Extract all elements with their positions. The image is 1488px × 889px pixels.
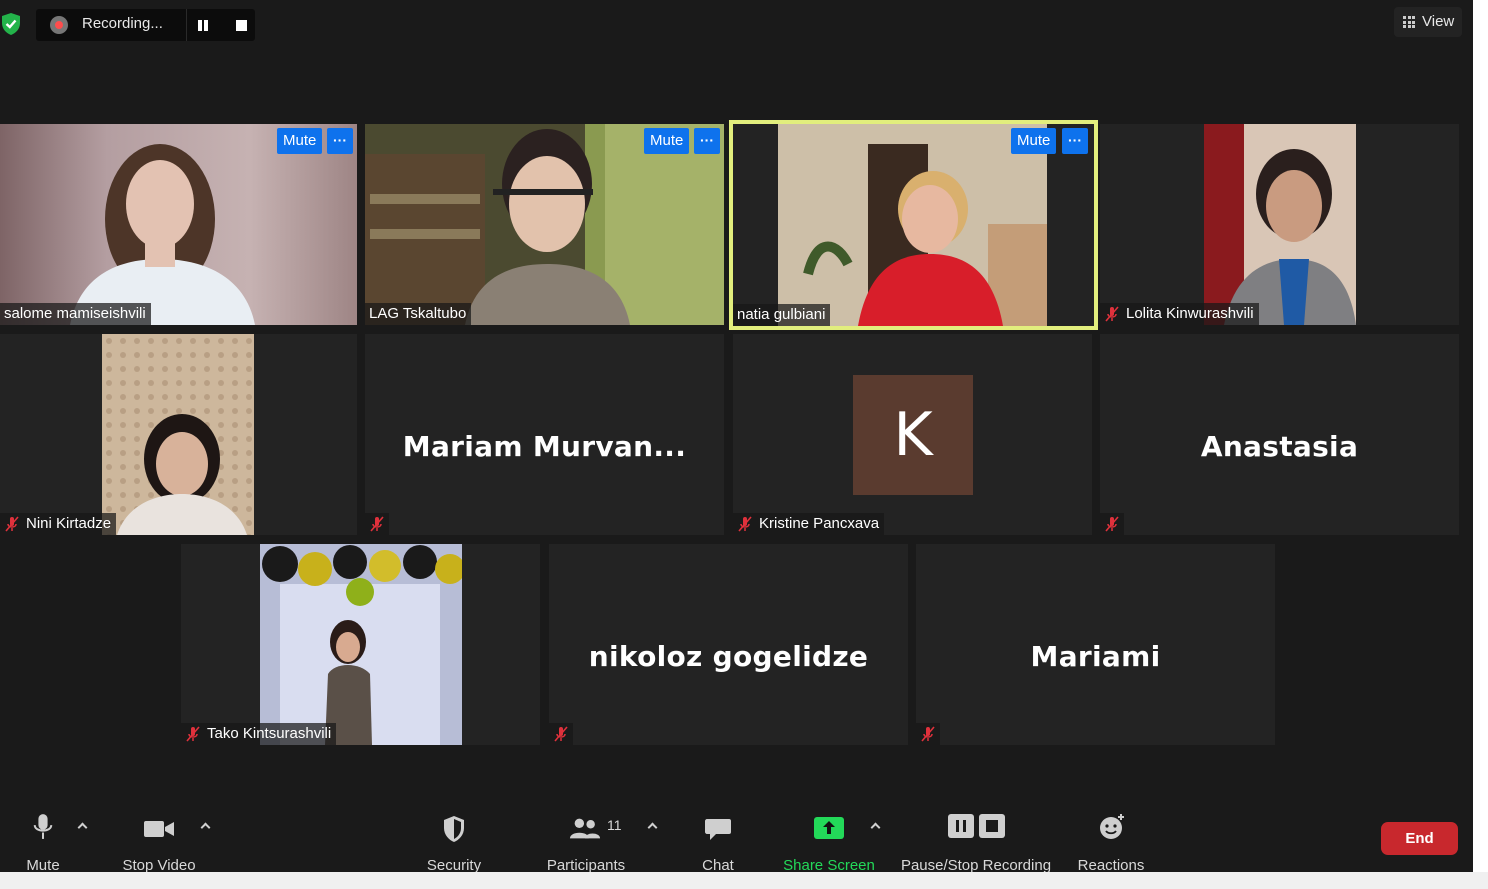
security-shield-icon: [444, 816, 464, 842]
muted-mic-icon: [554, 726, 568, 742]
mute-button[interactable]: Mute: [13, 813, 73, 874]
participant-video-nini: [102, 334, 254, 535]
participant-display-name: nikoloz gogelidze: [588, 640, 869, 673]
pause-recording-icon[interactable]: [196, 18, 210, 32]
video-tile-tako[interactable]: Tako Kintsurashvili: [181, 544, 540, 745]
share-screen-arrow-icon: [814, 817, 844, 839]
participant-video-natia: [778, 124, 1047, 326]
video-options-chevron-icon[interactable]: [200, 821, 210, 831]
participant-name: natia gulbiani: [733, 304, 831, 326]
reactions-smiley-icon: [1100, 814, 1124, 839]
video-camera-icon: [144, 821, 174, 837]
mute-participant-button[interactable]: Mute: [644, 128, 690, 154]
stop-recording-icon[interactable]: [236, 20, 247, 31]
encryption-shield-icon[interactable]: [0, 12, 22, 36]
video-tile-lolita[interactable]: Lolita Kinwurashvili: [1100, 124, 1459, 325]
mute-participant-button[interactable]: Mute: [277, 128, 323, 154]
view-label: View: [1422, 13, 1455, 30]
avatar: K: [853, 375, 973, 495]
participant-display-name: Mariami: [1030, 640, 1161, 673]
participant-video-salome: [0, 124, 357, 325]
video-tile-kristine[interactable]: K Kristine Pancxava: [733, 334, 1092, 535]
desktop-edge-right: [1473, 0, 1488, 889]
end-meeting-button[interactable]: End: [1381, 822, 1458, 855]
participant-video-lag-tskaltubo: [365, 124, 724, 325]
participants-options-chevron-icon[interactable]: [647, 821, 657, 831]
muted-mic-icon: [1105, 306, 1119, 322]
video-tile-natia-active-speaker[interactable]: Mute ··· natia gulbiani: [729, 120, 1098, 330]
participant-name: salome mamiseishvili: [0, 303, 151, 325]
video-tile-mariam-murvan[interactable]: Mariam Murvan...: [365, 334, 724, 535]
pause-recording-toolbar-icon: [948, 814, 974, 838]
stop-video-button[interactable]: Stop Video: [114, 813, 204, 874]
participant-name: Lolita Kinwurashvili: [1100, 303, 1259, 325]
more-options-button[interactable]: ···: [327, 128, 353, 154]
microphone-icon: [33, 814, 53, 839]
participant-name: LAG Tskaltubo: [365, 303, 472, 325]
muted-indicator: [365, 513, 389, 535]
chat-bubble-icon: [705, 819, 731, 840]
desktop-edge-bottom: [0, 872, 1488, 889]
muted-indicator: [549, 723, 573, 745]
video-tile-salome[interactable]: Mute ··· salome mamiseishvili: [0, 124, 357, 325]
audio-options-chevron-icon[interactable]: [77, 821, 87, 831]
muted-mic-icon: [1105, 516, 1119, 532]
stop-recording-toolbar-icon: [979, 814, 1005, 838]
share-options-chevron-icon[interactable]: [870, 821, 880, 831]
video-tile-nini[interactable]: Nini Kirtadze: [0, 334, 357, 535]
muted-mic-icon: [370, 516, 384, 532]
share-screen-button[interactable]: Share Screen: [779, 813, 879, 874]
recording-divider: [186, 9, 187, 41]
participant-video-lolita: [1204, 124, 1356, 325]
video-tile-nikoloz[interactable]: nikoloz gogelidze: [549, 544, 908, 745]
video-tile-lag-tskaltubo[interactable]: Mute ··· LAG Tskaltubo: [365, 124, 724, 325]
view-button[interactable]: View: [1394, 7, 1462, 37]
muted-mic-icon: [738, 516, 752, 532]
pause-stop-recording-button[interactable]: Pause/Stop Recording: [896, 813, 1056, 874]
participant-video-tako: [260, 544, 462, 745]
more-options-button[interactable]: ···: [694, 128, 720, 154]
participant-name: Tako Kintsurashvili: [181, 723, 337, 745]
mute-participant-button[interactable]: Mute: [1011, 128, 1057, 154]
reactions-button[interactable]: Reactions: [1071, 813, 1151, 874]
participant-display-name: Anastasia: [1200, 430, 1359, 463]
grid-view-icon: [1403, 16, 1415, 28]
muted-mic-icon: [186, 726, 200, 742]
muted-mic-icon: [5, 516, 19, 532]
muted-mic-icon: [921, 726, 935, 742]
video-tile-mariami[interactable]: Mariami: [916, 544, 1275, 745]
chat-button[interactable]: Chat: [688, 813, 748, 874]
participants-count: 11: [607, 817, 622, 833]
participants-button[interactable]: 11 Participants: [541, 813, 631, 874]
more-options-button[interactable]: ···: [1062, 128, 1088, 154]
muted-indicator: [916, 723, 940, 745]
muted-indicator: [1100, 513, 1124, 535]
participant-name: Kristine Pancxava: [733, 513, 885, 535]
participant-display-name: Mariam Murvan...: [402, 430, 687, 463]
video-tile-anastasia[interactable]: Anastasia: [1100, 334, 1459, 535]
meeting-window: Recording... View Mute ··· salome mamise…: [0, 0, 1473, 874]
security-button[interactable]: Security: [414, 813, 494, 874]
recording-label: Recording...: [82, 15, 163, 32]
participants-icon: [569, 818, 601, 839]
recording-indicator: Recording...: [36, 9, 255, 41]
recording-dot-icon: [50, 16, 68, 34]
